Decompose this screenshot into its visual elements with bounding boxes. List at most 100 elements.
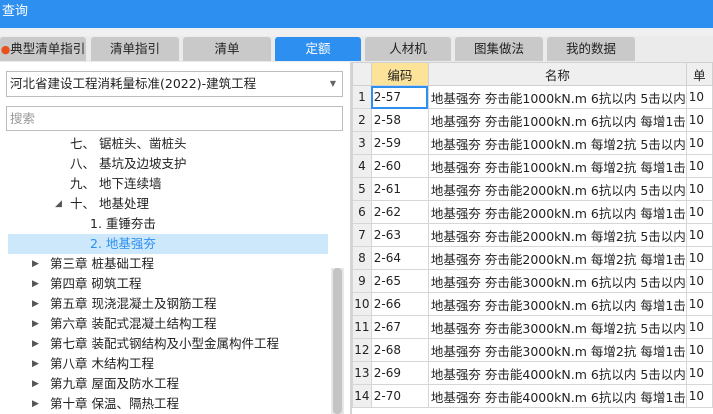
row-number[interactable]: 11 bbox=[352, 315, 372, 339]
chevron-right-icon[interactable]: ▶ bbox=[32, 254, 39, 274]
tree-node[interactable]: 七、 锯桩头、凿桩头 bbox=[70, 134, 186, 154]
tab-my-data[interactable]: 我的数据 bbox=[547, 37, 635, 61]
row-number[interactable]: 1 bbox=[352, 85, 372, 109]
unit-cell[interactable]: 10 bbox=[685, 338, 713, 362]
tab-atlas-practice[interactable]: 图集做法 bbox=[455, 37, 543, 61]
chevron-right-icon[interactable]: ▶ bbox=[32, 314, 39, 334]
code-cell[interactable]: 2-63 bbox=[370, 223, 429, 247]
table-row[interactable]: 11 2-67 地基强夯 夯击能3000kN.m 每增2抗 5击以内 10 bbox=[352, 315, 713, 339]
chevron-right-icon[interactable]: ▶ bbox=[32, 374, 39, 394]
name-cell[interactable]: 地基强夯 夯击能1000kN.m 6抗以内 每增1击 bbox=[427, 108, 687, 132]
unit-cell[interactable]: 10 bbox=[685, 223, 713, 247]
code-cell[interactable]: 2-60 bbox=[370, 154, 429, 178]
row-number[interactable]: 7 bbox=[352, 223, 372, 247]
tab-labor-material-machine[interactable]: 人材机 bbox=[365, 37, 451, 61]
name-cell[interactable]: 地基强夯 夯击能3000kN.m 6抗以内 每增1击 bbox=[427, 292, 687, 316]
unit-cell[interactable]: 10 bbox=[685, 177, 713, 201]
code-cell[interactable]: 2-70 bbox=[370, 384, 429, 408]
table-row[interactable]: 9 2-65 地基强夯 夯击能3000kN.m 6抗以内 5击以内 10 bbox=[352, 269, 713, 293]
row-number[interactable]: 4 bbox=[352, 154, 372, 178]
tree-node[interactable]: 第八章 木结构工程 bbox=[50, 354, 154, 374]
standard-select[interactable]: 河北省建设工程消耗量标准(2022)-建筑工程 ▼ bbox=[6, 71, 343, 97]
code-cell[interactable]: 2-68 bbox=[370, 338, 429, 362]
table-row[interactable]: 12 2-68 地基强夯 夯击能3000kN.m 每增2抗 每增1击 10 bbox=[352, 338, 713, 362]
table-row[interactable]: 14 2-70 地基强夯 夯击能4000kN.m 6抗以内 每增1击 10 bbox=[352, 384, 713, 408]
tree-node[interactable]: 第五章 现浇混凝土及钢筋工程 bbox=[50, 294, 216, 314]
table-row[interactable]: 7 2-63 地基强夯 夯击能2000kN.m 每增2抗 5击以内 10 bbox=[352, 223, 713, 247]
name-cell[interactable]: 地基强夯 夯击能3000kN.m 6抗以内 5击以内 bbox=[427, 269, 687, 293]
search-input[interactable]: 搜索 bbox=[6, 106, 343, 131]
code-cell[interactable]: 2-59 bbox=[370, 131, 429, 155]
chevron-right-icon[interactable]: ▶ bbox=[32, 394, 39, 414]
code-cell[interactable]: 2-64 bbox=[370, 246, 429, 270]
name-cell[interactable]: 地基强夯 夯击能2000kN.m 6抗以内 5击以内 bbox=[427, 177, 687, 201]
table-row[interactable]: 6 2-62 地基强夯 夯击能2000kN.m 6抗以内 每增1击 10 bbox=[352, 200, 713, 224]
table-row[interactable]: 8 2-64 地基强夯 夯击能2000kN.m 每增2抗 每增1击 10 bbox=[352, 246, 713, 270]
row-number[interactable]: 2 bbox=[352, 108, 372, 132]
chevron-down-icon[interactable]: ◢ bbox=[55, 194, 62, 214]
name-cell[interactable]: 地基强夯 夯击能2000kN.m 6抗以内 每增1击 bbox=[427, 200, 687, 224]
code-cell[interactable]: 2-69 bbox=[370, 361, 429, 385]
chevron-right-icon[interactable]: ▶ bbox=[32, 334, 39, 354]
unit-cell[interactable]: 10 bbox=[685, 108, 713, 132]
table-row[interactable]: 1 2-57 地基强夯 夯击能1000kN.m 6抗以内 5击以内 10 bbox=[352, 85, 713, 109]
chevron-right-icon[interactable]: ▶ bbox=[32, 354, 39, 374]
name-cell[interactable]: 地基强夯 夯击能1000kN.m 每增2抗 每增1击 bbox=[427, 154, 687, 178]
table-row[interactable]: 4 2-60 地基强夯 夯击能1000kN.m 每增2抗 每增1击 10 bbox=[352, 154, 713, 178]
unit-cell[interactable]: 10 bbox=[685, 361, 713, 385]
tree-node[interactable]: 十、 地基处理 bbox=[70, 194, 149, 214]
name-cell[interactable]: 地基强夯 夯击能4000kN.m 6抗以内 5击以内 bbox=[427, 361, 687, 385]
tab-typical-list-guide[interactable]: ●典型清单指引 bbox=[0, 37, 86, 61]
row-number[interactable]: 14 bbox=[352, 384, 372, 408]
tree-node[interactable]: 1. 重锤夯击 bbox=[90, 214, 156, 234]
tree-node[interactable]: 第三章 桩基础工程 bbox=[50, 254, 154, 274]
column-header-unit[interactable]: 单 bbox=[685, 62, 713, 86]
column-header-name[interactable]: 名称 bbox=[427, 62, 687, 86]
unit-cell[interactable]: 10 bbox=[685, 85, 713, 109]
tab-list-guide[interactable]: 清单指引 bbox=[91, 37, 179, 61]
name-cell[interactable]: 地基强夯 夯击能4000kN.m 6抗以内 每增1击 bbox=[427, 384, 687, 408]
name-cell[interactable]: 地基强夯 夯击能2000kN.m 每增2抗 每增1击 bbox=[427, 246, 687, 270]
table-row[interactable]: 2 2-58 地基强夯 夯击能1000kN.m 6抗以内 每增1击 10 bbox=[352, 108, 713, 132]
unit-cell[interactable]: 10 bbox=[685, 131, 713, 155]
table-row[interactable]: 5 2-61 地基强夯 夯击能2000kN.m 6抗以内 5击以内 10 bbox=[352, 177, 713, 201]
tree-node[interactable]: 第十章 保温、隔热工程 bbox=[50, 394, 179, 414]
row-number[interactable]: 9 bbox=[352, 269, 372, 293]
chevron-right-icon[interactable]: ▶ bbox=[32, 274, 39, 294]
code-cell[interactable]: 2-67 bbox=[370, 315, 429, 339]
tree-node[interactable]: 第七章 装配式钢结构及小型金属构件工程 bbox=[50, 334, 279, 354]
tree-node-selected[interactable]: 2. 地基强夯 bbox=[8, 234, 328, 254]
unit-cell[interactable]: 10 bbox=[685, 154, 713, 178]
unit-cell[interactable]: 10 bbox=[685, 315, 713, 339]
row-number[interactable]: 10 bbox=[352, 292, 372, 316]
tree-node[interactable]: 九、 地下连续墙 bbox=[70, 174, 161, 194]
tree-scrollbar[interactable] bbox=[331, 268, 344, 414]
name-cell[interactable]: 地基强夯 夯击能3000kN.m 每增2抗 5击以内 bbox=[427, 315, 687, 339]
tree-node[interactable]: 第四章 砌筑工程 bbox=[50, 274, 141, 294]
row-number[interactable]: 5 bbox=[352, 177, 372, 201]
code-cell[interactable]: 2-62 bbox=[370, 200, 429, 224]
tab-quota[interactable]: 定额 bbox=[275, 37, 361, 61]
code-cell[interactable]: 2-66 bbox=[370, 292, 429, 316]
unit-cell[interactable]: 10 bbox=[685, 292, 713, 316]
code-cell[interactable]: 2-61 bbox=[370, 177, 429, 201]
row-number[interactable]: 6 bbox=[352, 200, 372, 224]
tree-node[interactable]: 第九章 屋面及防水工程 bbox=[50, 374, 179, 394]
name-cell[interactable]: 地基强夯 夯击能2000kN.m 每增2抗 5击以内 bbox=[427, 223, 687, 247]
code-cell[interactable]: 2-65 bbox=[370, 269, 429, 293]
table-row[interactable]: 10 2-66 地基强夯 夯击能3000kN.m 6抗以内 每增1击 10 bbox=[352, 292, 713, 316]
code-cell[interactable]: 2-58 bbox=[370, 108, 429, 132]
row-number[interactable]: 13 bbox=[352, 361, 372, 385]
tree-node[interactable]: 第六章 装配式混凝土结构工程 bbox=[50, 314, 216, 334]
name-cell[interactable]: 地基强夯 夯击能3000kN.m 每增2抗 每增1击 bbox=[427, 338, 687, 362]
column-header-code[interactable]: 编码 bbox=[370, 62, 429, 86]
unit-cell[interactable]: 10 bbox=[685, 269, 713, 293]
name-cell[interactable]: 地基强夯 夯击能1000kN.m 每增2抗 5击以内 bbox=[427, 131, 687, 155]
unit-cell[interactable]: 10 bbox=[685, 246, 713, 270]
name-cell[interactable]: 地基强夯 夯击能1000kN.m 6抗以内 5击以内 bbox=[427, 85, 687, 109]
chevron-right-icon[interactable]: ▶ bbox=[32, 294, 39, 314]
code-cell[interactable]: 2-57 bbox=[370, 85, 429, 109]
unit-cell[interactable]: 10 bbox=[685, 200, 713, 224]
row-number[interactable]: 12 bbox=[352, 338, 372, 362]
row-number[interactable]: 8 bbox=[352, 246, 372, 270]
